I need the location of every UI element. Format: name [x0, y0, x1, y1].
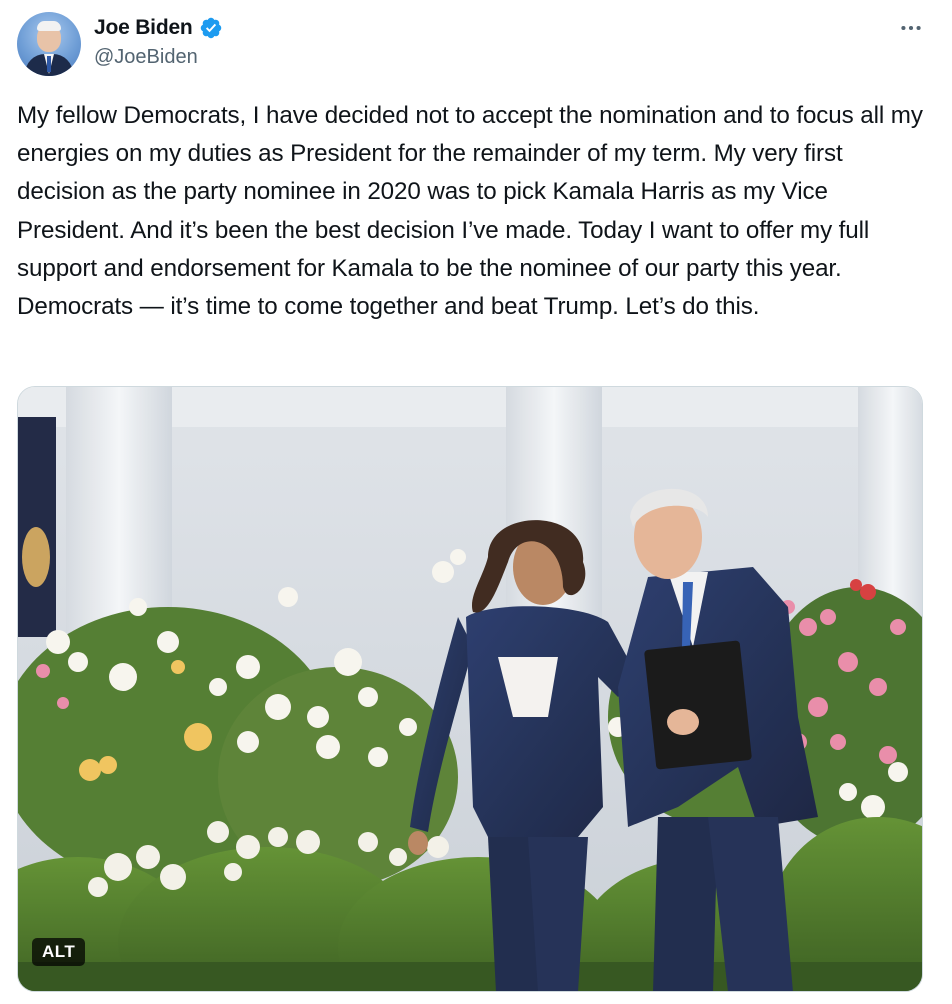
photo-illustration	[18, 387, 922, 991]
verified-badge-icon	[199, 16, 223, 40]
author-handle[interactable]: @JoeBiden	[94, 46, 198, 69]
more-horizontal-icon	[901, 25, 921, 31]
tweet: Joe Biden @JoeBiden My fellow Democrats,…	[0, 0, 952, 1004]
author-name-row[interactable]: Joe Biden	[94, 14, 223, 42]
tweet-photo[interactable]	[17, 386, 923, 992]
avatar-hair	[37, 21, 61, 31]
avatar-tie	[47, 56, 51, 72]
alt-text-badge[interactable]: ALT	[32, 938, 86, 966]
tweet-text: My fellow Democrats, I have decided not …	[17, 102, 923, 321]
avatar[interactable]	[17, 12, 81, 76]
author-display-name[interactable]: Joe Biden	[94, 16, 193, 40]
more-options-button[interactable]	[896, 14, 926, 42]
